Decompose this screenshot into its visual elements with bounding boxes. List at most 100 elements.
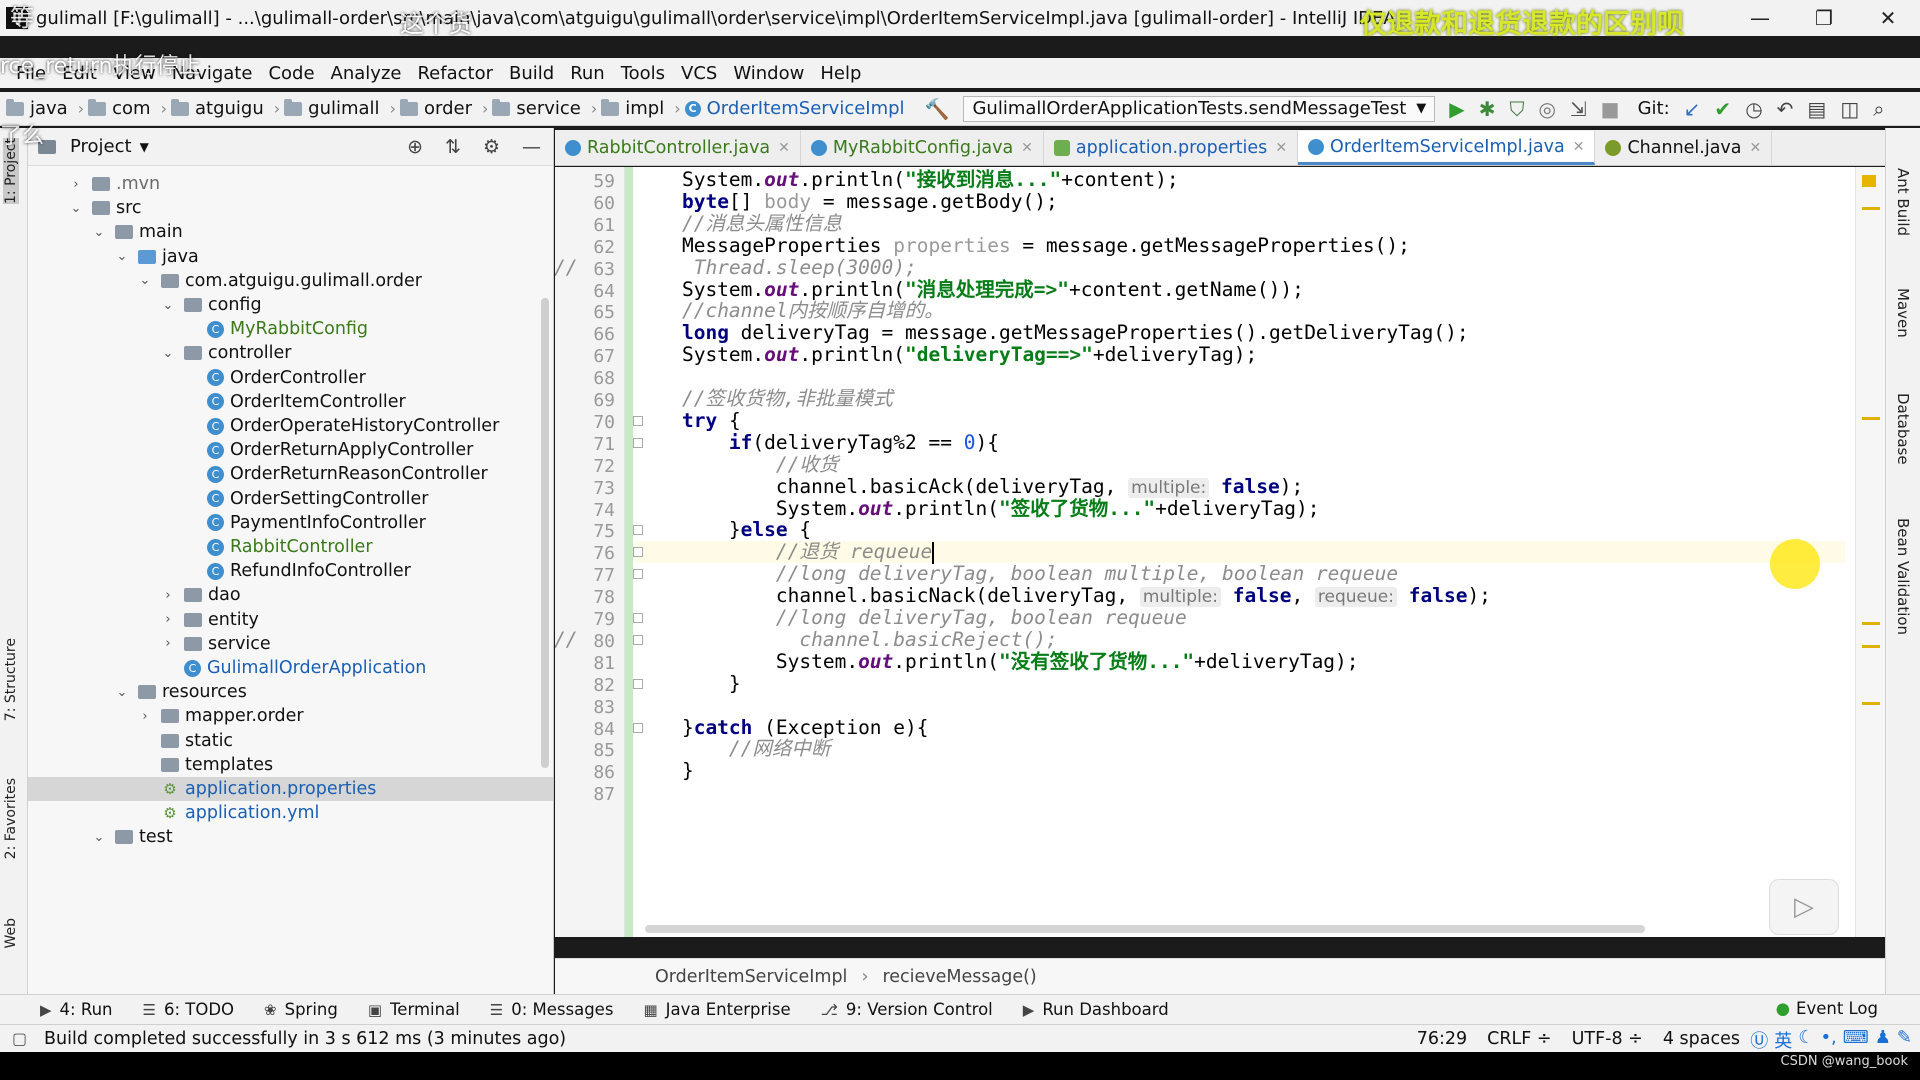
chevron-right-icon[interactable]: › [137, 709, 153, 724]
menu-build[interactable]: Build [509, 63, 554, 84]
video-play-icon[interactable]: ▷ [1769, 879, 1839, 935]
tree-item[interactable]: › dao [28, 583, 553, 607]
fold-marker-icon[interactable] [633, 547, 643, 558]
code-line[interactable]: //退货 requeue [635, 541, 1845, 564]
stripe-tab-database[interactable]: Database [1894, 393, 1912, 465]
code-line[interactable]: Thread.sleep(3000); [635, 256, 917, 279]
moon-icon[interactable]: ☾ [1798, 1027, 1814, 1053]
tree-item[interactable]: ⚙ application.yml [28, 801, 553, 825]
chevron-down-icon[interactable]: ⌄ [68, 201, 84, 216]
caret-position[interactable]: 76:29 [1417, 1029, 1467, 1049]
code-line[interactable]: channel.basicReject(); [635, 628, 1057, 651]
menu-run[interactable]: Run [570, 63, 605, 84]
bottom-tab[interactable]: ▶ Run Dashboard [1023, 1000, 1169, 1019]
fold-marker-icon[interactable] [633, 613, 643, 623]
breadcrumb-item[interactable]: service [492, 98, 581, 119]
tree-item[interactable]: C OrderReturnReasonController [28, 462, 553, 486]
stripe-marker[interactable] [1862, 622, 1880, 625]
bottom-tab[interactable]: ▦ Java Enterprise [643, 1000, 790, 1019]
tree-item[interactable]: C OrderReturnApplyController [28, 438, 553, 462]
chevron-down-icon[interactable]: ⌄ [114, 249, 130, 264]
code-area[interactable]: System.out.println("接收到消息..."+content); … [635, 167, 1845, 937]
code-line[interactable]: //channel内按顺序自增的。 [635, 300, 944, 322]
user-icon[interactable]: ♟ [1875, 1027, 1891, 1053]
code-editor[interactable]: 59 60 61 62 63 64 65 66 67 68 69 70 71 72 73 74 75 76 77 78… [555, 167, 1885, 937]
tree-item[interactable]: C GulimallOrderApplication [28, 656, 553, 680]
tree-scrollbar[interactable] [541, 298, 549, 768]
breadcrumb-item[interactable]: com [88, 98, 151, 119]
menu-code[interactable]: Code [268, 63, 314, 84]
event-log-button[interactable]: ● Event Log [1776, 999, 1878, 1018]
stripe-tab-favorites[interactable]: 2: Favorites [3, 778, 19, 859]
code-line[interactable]: //long deliveryTag, boolean multiple, bo… [635, 563, 1398, 585]
project-structure-icon[interactable]: ▤ [1807, 97, 1826, 121]
minimize-button[interactable]: — [1728, 0, 1792, 36]
code-line[interactable]: System.out.println("接收到消息..."+content); [635, 169, 1179, 191]
tree-item[interactable]: ⌄ com.atguigu.gulimall.order [28, 269, 553, 293]
bottom-tab[interactable]: ❀ Spring [264, 1000, 338, 1019]
code-line[interactable]: channel.basicAck(deliveryTag, multiple: … [635, 475, 1303, 498]
chevron-down-icon[interactable]: ▼ [140, 140, 149, 154]
code-line[interactable]: //收货 [635, 453, 838, 476]
tree-item[interactable]: C RabbitController [28, 535, 553, 559]
run-icon[interactable]: ▶ [1449, 97, 1464, 121]
code-line[interactable]: } [635, 672, 741, 695]
code-line[interactable]: }else { [635, 519, 811, 541]
menu-help[interactable]: Help [820, 63, 861, 84]
project-panel-title[interactable]: Project [70, 136, 132, 157]
chevron-down-icon[interactable]: ⌄ [91, 830, 107, 845]
bottom-tab[interactable]: ☰ 6: TODO [143, 1000, 235, 1019]
close-tab-icon[interactable]: ✕ [1021, 140, 1033, 156]
code-line[interactable]: System.out.println("deliveryTag==>"+deli… [635, 344, 1257, 366]
tree-item[interactable]: ⌄ java [28, 245, 553, 269]
breadcrumb-item[interactable]: gulimall [284, 98, 380, 119]
code-line[interactable]: long deliveryTag = message.getMessagePro… [635, 322, 1469, 344]
tree-item[interactable]: › service [28, 632, 553, 656]
chevron-right-icon[interactable]: › [160, 588, 176, 603]
editor-crumb-class[interactable]: OrderItemServiceImpl [655, 967, 847, 987]
tree-item[interactable]: C MyRabbitConfig [28, 317, 553, 341]
breadcrumb-item[interactable]: java [6, 98, 68, 119]
editor-tab[interactable]: Channel.java ✕ [1595, 131, 1773, 165]
close-tab-icon[interactable]: ✕ [778, 140, 790, 156]
tree-item[interactable]: › .mvn [28, 172, 553, 196]
tree-item[interactable]: C OrderItemController [28, 390, 553, 414]
stripe-marker[interactable] [1862, 207, 1880, 210]
run-configuration-select[interactable]: GulimallOrderApplicationTests.sendMessag… [963, 95, 1436, 122]
code-line[interactable]: } [635, 760, 694, 782]
chevron-right-icon[interactable]: › [68, 177, 84, 192]
indent-setting[interactable]: 4 spaces [1663, 1029, 1740, 1049]
editor-crumb-method[interactable]: recieveMessage() [882, 967, 1036, 987]
ime-logo-icon[interactable]: Ⓤ [1750, 1027, 1768, 1053]
menu-refactor[interactable]: Refactor [417, 63, 493, 84]
editor-tab[interactable]: RabbitController.java ✕ [555, 131, 801, 165]
stripe-marker[interactable] [1862, 417, 1880, 420]
coverage-icon[interactable]: ⛉ [1509, 97, 1524, 121]
menu-vcs[interactable]: VCS [681, 63, 717, 84]
tree-item[interactable]: C OrderSettingController [28, 487, 553, 511]
bottom-tab[interactable]: ⎇ 9: Version Control [821, 1000, 993, 1019]
vcs-commit-icon[interactable]: ✔ [1714, 97, 1731, 121]
chevron-right-icon[interactable]: › [160, 612, 176, 627]
code-line[interactable]: //消息头属性信息 [635, 212, 842, 235]
ime-language[interactable]: 英 [1774, 1027, 1792, 1053]
chevron-down-icon[interactable]: ⌄ [114, 685, 130, 700]
code-line[interactable]: byte[] body = message.getBody(); [635, 190, 1058, 213]
stripe-tab-maven[interactable]: Maven [1894, 288, 1912, 338]
tree-item[interactable]: › entity [28, 608, 553, 632]
hide-panel-icon[interactable]: — [522, 136, 541, 158]
vcs-update-icon[interactable]: ↙ [1684, 97, 1701, 121]
code-line[interactable]: //long deliveryTag, boolean requeue [635, 607, 1187, 629]
build-hammer-icon[interactable]: 🔨 [925, 97, 950, 121]
file-encoding[interactable]: UTF-8 ÷ [1572, 1029, 1643, 1049]
tree-item[interactable]: ⌄ main [28, 220, 553, 244]
chevron-down-icon[interactable]: ⌄ [91, 225, 107, 240]
tree-item[interactable]: C OrderOperateHistoryController [28, 414, 553, 438]
code-line[interactable]: }catch (Exception e){ [635, 716, 929, 739]
fold-marker-icon[interactable] [633, 437, 643, 448]
close-tab-icon[interactable]: ✕ [1750, 140, 1762, 156]
history-icon[interactable]: ◷ [1745, 97, 1762, 121]
editor-horizontal-scrollbar[interactable] [645, 925, 1645, 933]
attach-debugger-icon[interactable]: ⇲ [1570, 97, 1587, 121]
code-line[interactable]: try { [635, 409, 741, 432]
